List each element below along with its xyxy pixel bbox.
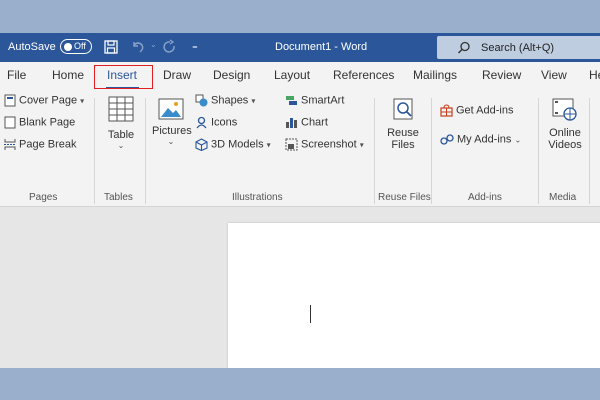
search-placeholder: Search (Alt+Q)	[481, 42, 555, 54]
icons-icon	[196, 116, 207, 129]
blank-page-button[interactable]: Blank Page	[4, 116, 75, 129]
get-add-ins-label: Get Add-ins	[456, 104, 514, 117]
chevron-down-icon: ▾	[80, 96, 85, 106]
pictures-label: Pictures	[152, 125, 192, 137]
customize-toolbar-icon[interactable]: ₌	[192, 39, 198, 52]
search-box[interactable]: Search (Alt+Q)	[437, 36, 600, 59]
screenshot-label: Screenshot	[301, 138, 357, 151]
chevron-down-icon: ⌄	[514, 135, 522, 145]
tab-file[interactable]: File	[7, 68, 26, 82]
save-icon[interactable]	[103, 39, 119, 55]
table-label: Table	[107, 129, 135, 141]
tab-mailings[interactable]: Mailings	[413, 68, 457, 82]
word-window: AutoSave Off ⌄ ₌ Document1 - Word Search	[0, 33, 600, 368]
screenshot-icon	[285, 138, 298, 151]
tab-layout[interactable]: Layout	[274, 68, 310, 82]
chevron-down-icon: ⌄	[167, 137, 175, 146]
table-icon	[108, 96, 134, 122]
blank-page-icon	[4, 116, 16, 129]
my-add-ins-icon	[440, 134, 454, 145]
picture-icon	[158, 98, 184, 120]
chart-button[interactable]: Chart	[285, 116, 328, 129]
cover-page-icon	[4, 94, 16, 107]
autosave-label: AutoSave	[8, 41, 56, 53]
icons-label: Icons	[211, 116, 238, 129]
toggle-knob	[64, 42, 72, 51]
search-icon	[458, 41, 470, 54]
online-video-icon	[552, 98, 577, 121]
redo-icon[interactable]	[162, 39, 178, 55]
ribbon: Cover Page ▾ Blank Page Page Break Pages…	[0, 90, 600, 207]
reuse-files-button[interactable]: Reuse Files	[384, 96, 422, 151]
document-title: Document1 - Word	[275, 41, 368, 53]
table-button[interactable]: Table ⌄	[104, 96, 138, 150]
smartart-button[interactable]: SmartArt	[285, 94, 344, 107]
tab-review[interactable]: Review	[482, 68, 521, 82]
smartart-label: SmartArt	[301, 94, 345, 107]
store-icon	[440, 104, 453, 117]
shapes-label: Shapes	[211, 94, 249, 107]
tab-view[interactable]: View	[541, 68, 567, 82]
group-divider	[589, 98, 590, 204]
tab-references[interactable]: References	[333, 68, 394, 82]
tab-home[interactable]: Home	[52, 68, 84, 82]
insert-tab-highlight	[94, 65, 153, 89]
my-add-ins-label: My Add-ins	[457, 133, 512, 146]
media-group-label: Media	[549, 192, 577, 203]
undo-dropdown-icon[interactable]: ⌄	[150, 40, 157, 49]
online-line1: Online	[549, 127, 581, 139]
ribbon-tabs: File Home Insert Draw Design Layout Refe…	[0, 62, 600, 90]
cube-icon	[195, 138, 208, 151]
group-divider	[538, 98, 539, 204]
page-break-button[interactable]: Page Break	[4, 138, 76, 151]
cover-page-button[interactable]: Cover Page ▾	[4, 94, 84, 107]
chart-icon	[286, 118, 297, 128]
title-bar: AutoSave Off ⌄ ₌ Document1 - Word Search	[0, 33, 600, 62]
chevron-down-icon: ▾	[266, 140, 271, 150]
illustrations-group-label: Illustrations	[232, 192, 283, 203]
online-videos-button[interactable]: Online Videos	[545, 96, 585, 151]
reuse-files-icon	[393, 98, 413, 120]
pictures-button[interactable]: Pictures ⌄	[152, 98, 192, 146]
reuse-line2: Files	[391, 139, 415, 151]
pages-group-label: Pages	[29, 192, 58, 203]
chart-label: Chart	[301, 116, 328, 129]
my-add-ins-button[interactable]: My Add-ins ⌄	[440, 133, 521, 146]
online-line2: Videos	[548, 139, 582, 151]
3d-models-button[interactable]: 3D Models ▾	[195, 138, 271, 151]
group-divider	[431, 98, 432, 204]
icons-button[interactable]: Icons	[195, 116, 237, 129]
text-cursor	[310, 305, 311, 323]
3d-models-label: 3D Models	[211, 138, 264, 151]
screenshot-button[interactable]: Screenshot ▾	[285, 138, 364, 151]
tables-group-label: Tables	[104, 192, 133, 203]
chevron-down-icon: ▾	[359, 140, 364, 150]
tab-help[interactable]: He	[589, 68, 600, 82]
group-divider	[145, 98, 146, 204]
chevron-down-icon: ▾	[251, 96, 256, 106]
shapes-icon	[195, 94, 208, 107]
tab-design[interactable]: Design	[213, 68, 250, 82]
reuse-files-group-label: Reuse Files	[378, 192, 431, 203]
tab-draw[interactable]: Draw	[163, 68, 191, 82]
chevron-down-icon: ⌄	[117, 141, 125, 150]
add-ins-group-label: Add-ins	[468, 192, 502, 203]
document-area	[0, 207, 600, 368]
group-divider	[374, 98, 375, 204]
smartart-icon	[286, 96, 297, 105]
document-page[interactable]	[228, 223, 600, 368]
group-divider	[94, 98, 95, 204]
autosave-state: Off	[74, 41, 86, 51]
page-break-label: Page Break	[19, 138, 77, 151]
blank-page-label: Blank Page	[19, 116, 76, 129]
undo-icon[interactable]	[130, 39, 146, 55]
autosave-toggle[interactable]: Off	[60, 39, 92, 54]
reuse-line1: Reuse	[387, 127, 419, 139]
cover-page-label: Cover Page	[19, 94, 78, 107]
shapes-button[interactable]: Shapes ▾	[195, 94, 255, 107]
get-add-ins-button[interactable]: Get Add-ins	[440, 104, 513, 117]
page-break-icon	[4, 139, 16, 150]
